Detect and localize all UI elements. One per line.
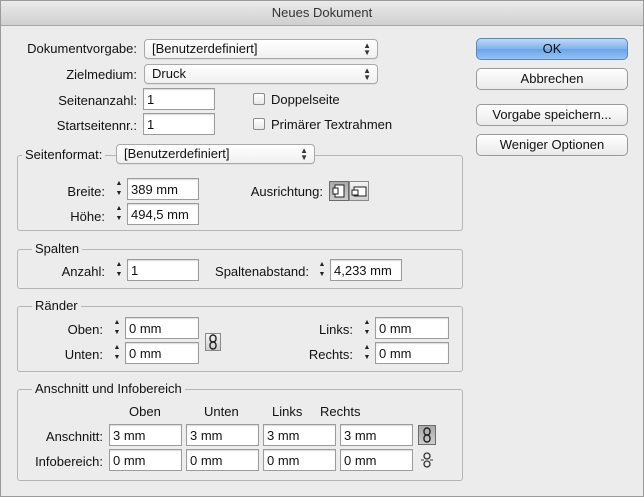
facing-pages-label: Doppelseite bbox=[271, 92, 340, 107]
medium-select[interactable]: Druck ▲ ▼ bbox=[144, 64, 378, 84]
margin-top-label: Oben: bbox=[67, 322, 103, 337]
bleed-top-input[interactable] bbox=[109, 424, 182, 446]
header-top: Oben bbox=[129, 404, 161, 419]
margin-chain-button[interactable] bbox=[205, 333, 221, 351]
landscape-orientation-button[interactable] bbox=[349, 181, 369, 201]
height-input[interactable] bbox=[127, 203, 199, 225]
save-preset-button[interactable]: Vorgabe speichern... bbox=[476, 104, 628, 126]
margin-bottom-input[interactable] bbox=[125, 342, 199, 364]
header-bottom: Unten bbox=[204, 404, 239, 419]
orientation-label: Ausrichtung: bbox=[250, 184, 323, 199]
gutter-stepper[interactable]: ▲ ▼ bbox=[316, 260, 328, 280]
height-label: Höhe: bbox=[70, 209, 105, 224]
window-title: Neues Dokument bbox=[1, 1, 643, 26]
pages-label: Seitenanzahl: bbox=[58, 93, 137, 108]
slug-chain-button[interactable] bbox=[420, 452, 434, 468]
margin-top-input[interactable] bbox=[125, 317, 199, 339]
primary-text-frame-label: Primärer Textrahmen bbox=[271, 117, 393, 132]
primary-text-frame-checkbox[interactable] bbox=[253, 118, 265, 130]
updown-arrows-icon: ▲ ▼ bbox=[363, 66, 371, 82]
header-right: Rechts bbox=[320, 404, 361, 419]
slug-bottom-input[interactable] bbox=[186, 449, 259, 471]
gutter-input[interactable] bbox=[330, 259, 402, 281]
gutter-label: Spaltenabstand: bbox=[215, 264, 309, 279]
cancel-button[interactable]: Abbrechen bbox=[476, 68, 628, 90]
margin-bottom-label: Unten: bbox=[64, 347, 103, 362]
medium-label: Zielmedium: bbox=[66, 67, 137, 82]
start-page-input[interactable] bbox=[143, 113, 215, 135]
column-count-label: Anzahl: bbox=[61, 264, 105, 279]
slug-left-input[interactable] bbox=[263, 449, 336, 471]
margin-right-label: Rechts: bbox=[308, 347, 353, 362]
preset-select[interactable]: [Benutzerdefiniert] ▲ ▼ bbox=[144, 39, 378, 59]
page-size-value: [Benutzerdefiniert] bbox=[124, 146, 230, 161]
portrait-orientation-button[interactable] bbox=[329, 181, 349, 201]
width-input[interactable] bbox=[127, 178, 199, 200]
margin-left-label: Links: bbox=[319, 322, 353, 337]
bleed-left-input[interactable] bbox=[263, 424, 336, 446]
ok-button[interactable]: OK bbox=[476, 38, 628, 60]
page-size-label: Seitenformat: bbox=[22, 147, 106, 162]
margin-right-input[interactable] bbox=[375, 342, 449, 364]
slug-label: Infobereich: bbox=[35, 454, 103, 469]
facing-pages-checkbox[interactable] bbox=[253, 93, 265, 105]
margin-top-stepper[interactable]: ▲ ▼ bbox=[111, 318, 123, 338]
new-document-dialog: Neues Dokument Dokumentvorgabe: [Benutze… bbox=[0, 0, 644, 497]
chain-link-broken-icon bbox=[421, 452, 433, 468]
fewer-options-button[interactable]: Weniger Optionen bbox=[476, 134, 628, 156]
bleed-slug-title: Anschnitt und Infobereich bbox=[32, 381, 185, 396]
updown-arrows-icon: ▲ ▼ bbox=[300, 146, 308, 162]
portrait-orientation-icon bbox=[332, 184, 345, 198]
slug-right-input[interactable] bbox=[340, 449, 413, 471]
height-stepper[interactable]: ▲ ▼ bbox=[113, 204, 125, 224]
chain-link-icon bbox=[423, 427, 431, 443]
header-left: Links bbox=[272, 404, 303, 419]
medium-value: Druck bbox=[152, 66, 186, 81]
width-label: Breite: bbox=[67, 184, 105, 199]
page-size-select[interactable]: [Benutzerdefiniert] ▲ ▼ bbox=[116, 144, 315, 164]
chain-link-icon bbox=[209, 334, 217, 350]
margin-left-stepper[interactable]: ▲ ▼ bbox=[361, 318, 373, 338]
margins-title: Ränder bbox=[32, 298, 81, 313]
bleed-right-input[interactable] bbox=[340, 424, 413, 446]
pages-input[interactable] bbox=[143, 88, 215, 110]
updown-arrows-icon: ▲ ▼ bbox=[363, 41, 371, 57]
column-count-input[interactable] bbox=[127, 259, 199, 281]
preset-label: Dokumentvorgabe: bbox=[27, 41, 137, 56]
bleed-label: Anschnitt: bbox=[45, 429, 103, 444]
bleed-bottom-input[interactable] bbox=[186, 424, 259, 446]
margin-left-input[interactable] bbox=[375, 317, 449, 339]
margin-bottom-stepper[interactable]: ▲ ▼ bbox=[111, 343, 123, 363]
start-page-label: Startseitennr.: bbox=[56, 118, 137, 133]
margin-right-stepper[interactable]: ▲ ▼ bbox=[361, 343, 373, 363]
columns-title: Spalten bbox=[32, 241, 83, 256]
column-count-stepper[interactable]: ▲ ▼ bbox=[113, 260, 125, 280]
width-stepper[interactable]: ▲ ▼ bbox=[113, 179, 125, 199]
preset-value: [Benutzerdefiniert] bbox=[152, 41, 258, 56]
landscape-orientation-icon bbox=[351, 186, 367, 197]
slug-top-input[interactable] bbox=[109, 449, 182, 471]
bleed-chain-button[interactable] bbox=[418, 425, 436, 445]
